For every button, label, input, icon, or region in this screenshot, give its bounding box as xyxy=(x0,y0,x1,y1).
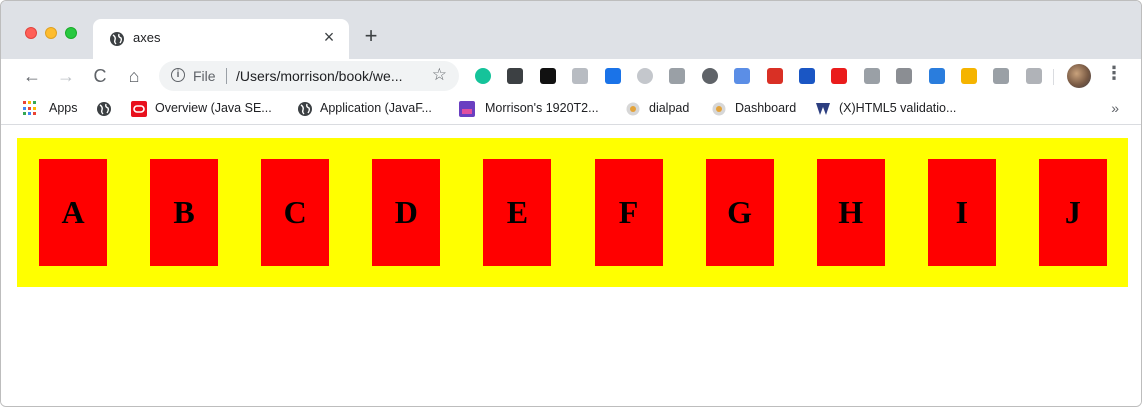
info-icon[interactable]: i xyxy=(171,68,185,82)
bookmarks-bar: Apps Overview (Java SE... Application (J… xyxy=(1,93,1141,125)
tab-strip: axes × + xyxy=(1,1,1141,59)
tab-title: axes xyxy=(133,30,161,45)
letter-box-label: B xyxy=(173,194,195,230)
letter-box-c: C xyxy=(261,159,330,266)
letter-box-a: A xyxy=(39,159,107,266)
letter-box-label: C xyxy=(283,194,307,230)
minimize-window-button[interactable] xyxy=(45,27,57,39)
home-button[interactable]: ⌂ xyxy=(123,63,145,89)
bookmark-apps[interactable]: Apps xyxy=(49,101,78,115)
shield-icon[interactable] xyxy=(572,68,589,84)
vimeo-icon[interactable] xyxy=(539,68,556,84)
letter-box-label: J xyxy=(1064,194,1081,230)
toolbar-divider xyxy=(1053,69,1054,85)
validator-icon xyxy=(816,103,830,115)
globe-icon[interactable] xyxy=(96,101,112,117)
tab-close-icon[interactable]: × xyxy=(319,27,339,48)
dark-circle-icon[interactable] xyxy=(701,68,718,84)
gray-square-icon[interactable] xyxy=(863,68,880,84)
letter-box-label: A xyxy=(61,194,85,230)
reload-button[interactable]: C xyxy=(89,63,111,89)
menu-icon[interactable]: ⋮ xyxy=(1105,63,1123,84)
n-icon[interactable] xyxy=(896,68,913,84)
bookmark-dashboard[interactable]: Dashboard xyxy=(735,101,796,115)
bookmark-overview-java[interactable]: Overview (Java SE... xyxy=(155,101,272,115)
yellow-banner: A B C D E F G H I J xyxy=(17,138,1128,287)
drive-icon[interactable] xyxy=(993,68,1010,84)
bookmark-morrisons[interactable]: Morrison's 1920T2... xyxy=(485,101,599,115)
bookmark-application-javaf[interactable]: Application (JavaF... xyxy=(320,101,432,115)
letter-box-j: J xyxy=(1038,159,1107,266)
profile-avatar[interactable] xyxy=(1067,64,1091,88)
letter-box-label: I xyxy=(955,194,969,230)
letter-box-b: B xyxy=(150,159,219,266)
gray-circle-icon[interactable] xyxy=(637,68,653,84)
close-window-button[interactable] xyxy=(25,27,37,39)
letter-box-label: E xyxy=(506,194,529,230)
message-icon[interactable] xyxy=(799,68,815,84)
more-bookmarks-icon[interactable]: » xyxy=(1111,100,1119,116)
letter-box-label: F xyxy=(618,194,639,230)
letter-box-d: D xyxy=(372,159,441,266)
globe-icon xyxy=(298,102,312,116)
maximize-window-button[interactable] xyxy=(65,27,77,39)
s-icon[interactable] xyxy=(928,68,945,84)
letter-box-g: G xyxy=(705,159,774,266)
url-separator xyxy=(226,68,227,84)
brush-icon[interactable] xyxy=(734,68,751,84)
letter-box-label: G xyxy=(727,194,753,230)
letter-box-label: D xyxy=(394,194,418,230)
url-text[interactable]: /Users/morrison/book/we... xyxy=(236,68,403,84)
apps-grid-icon xyxy=(23,101,38,116)
es-icon[interactable] xyxy=(669,68,686,84)
key-icon[interactable] xyxy=(604,68,621,84)
letter-box-i: I xyxy=(927,159,996,266)
yellow-dots-icon[interactable] xyxy=(961,68,977,84)
purple-app-icon xyxy=(459,101,475,117)
gear-icon xyxy=(712,102,726,116)
globe-icon xyxy=(110,32,124,46)
oracle-icon xyxy=(131,101,147,117)
grammarly-icon[interactable] xyxy=(475,68,491,84)
letter-box-e: E xyxy=(483,159,552,266)
address-bar[interactable]: i File /Users/morrison/book/we... ☆ xyxy=(159,61,459,91)
browser-window: axes × + ← → C ⌂ i File /Users/morrison/… xyxy=(0,0,1142,407)
gear-icon xyxy=(626,102,640,116)
forward-button[interactable]: → xyxy=(55,63,77,89)
toolbar: ← → C ⌂ i File /Users/morrison/book/we..… xyxy=(1,59,1141,93)
new-tab-button[interactable]: + xyxy=(361,23,381,49)
bookmark-star-icon[interactable]: ☆ xyxy=(432,65,447,85)
gray-triangle-icon[interactable] xyxy=(1025,68,1042,84)
tab-axes[interactable]: axes × xyxy=(93,19,349,59)
opera-icon[interactable] xyxy=(831,68,848,84)
url-scheme: File xyxy=(193,68,216,84)
extension-dark-icon[interactable] xyxy=(507,68,524,84)
back-button[interactable]: ← xyxy=(21,63,43,89)
bookmark-dialpad[interactable]: dialpad xyxy=(649,101,689,115)
letter-box-f: F xyxy=(594,159,663,266)
bookmark-html5-validation[interactable]: (X)HTML5 validatio... xyxy=(839,101,956,115)
letter-box-label: H xyxy=(838,194,864,230)
play-icon[interactable] xyxy=(766,68,783,84)
letter-box-h: H xyxy=(816,159,885,266)
page-content: A B C D E F G H I J xyxy=(1,125,1141,406)
